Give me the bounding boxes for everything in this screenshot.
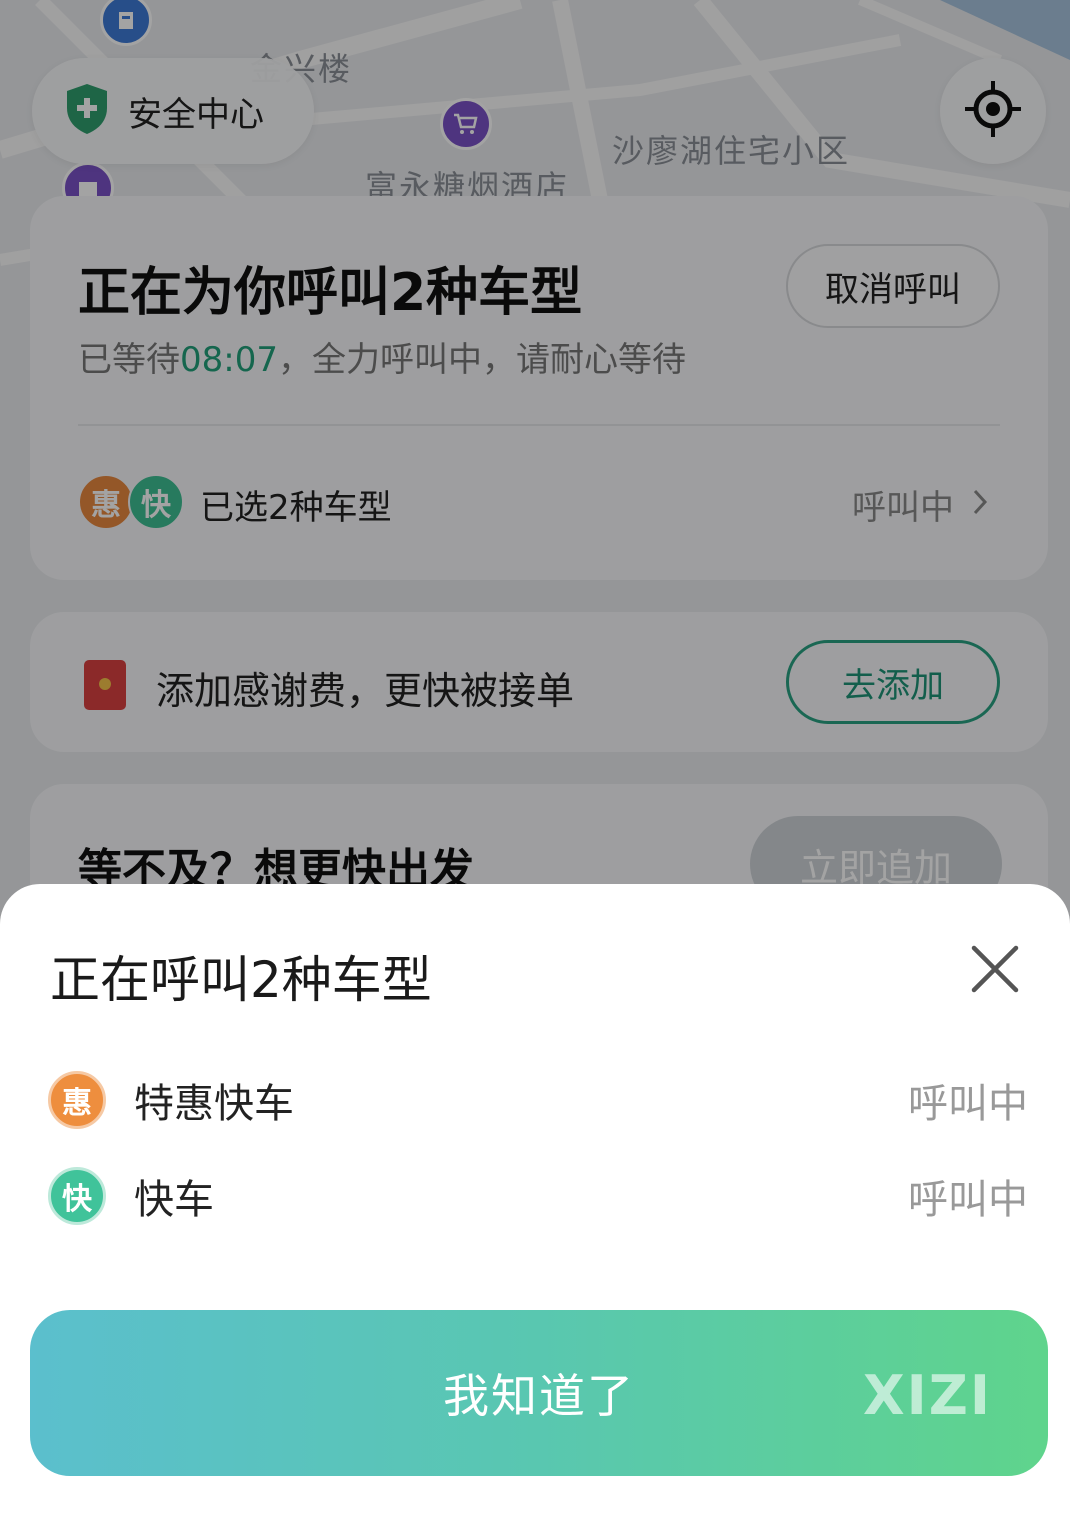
car-type-status: 呼叫中: [908, 1081, 1028, 1127]
car-type-name: 快车: [134, 1177, 214, 1223]
got-it-label: 我知道了: [443, 1369, 635, 1423]
car-type-row: 快 快车 呼叫中: [48, 1164, 1028, 1228]
calling-car-types-sheet: 正在呼叫2种车型 惠 特惠快车 呼叫中 快 快车 呼叫中 我知道了 XIZI: [0, 884, 1070, 1522]
got-it-button[interactable]: 我知道了 XIZI: [30, 1310, 1048, 1476]
close-icon[interactable]: [966, 940, 1024, 998]
sheet-title: 正在呼叫2种车型: [50, 951, 432, 1009]
car-type-status: 呼叫中: [908, 1177, 1028, 1223]
car-type-name: 特惠快车: [134, 1081, 294, 1127]
discount-car-icon: 惠: [48, 1071, 106, 1129]
car-type-row: 惠 特惠快车 呼叫中: [48, 1068, 1028, 1132]
express-car-icon: 快: [48, 1167, 106, 1225]
xizi-watermark-logo: XIZI: [863, 1364, 992, 1427]
